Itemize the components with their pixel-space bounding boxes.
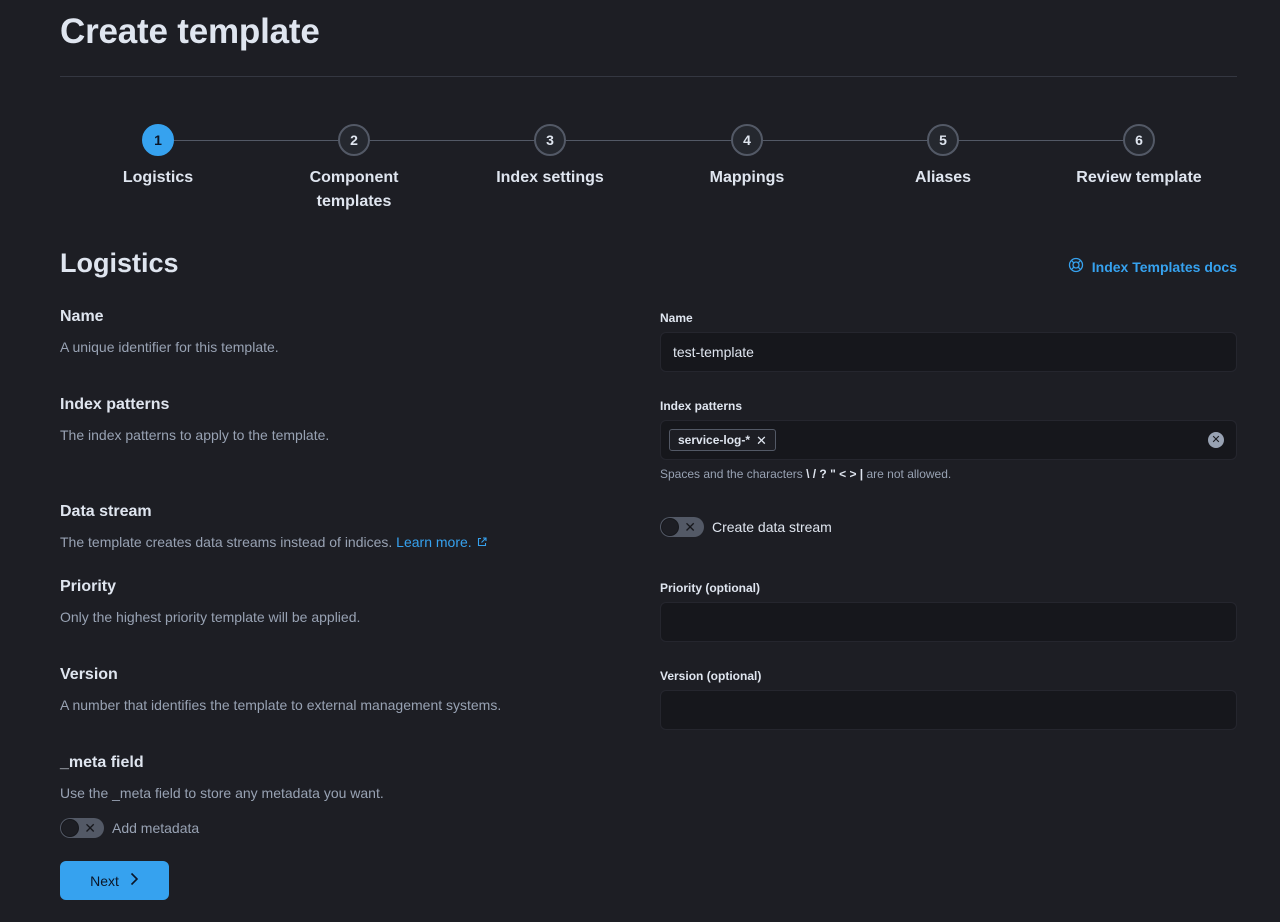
data-stream-description-text: The template creates data streams instea… bbox=[60, 534, 393, 550]
step-review-template[interactable]: 6 Review template bbox=[1041, 124, 1237, 190]
step-label: Index settings bbox=[496, 169, 604, 186]
chevron-right-icon bbox=[129, 872, 139, 889]
step-label: Aliases bbox=[914, 169, 972, 186]
help-forbidden-chars: \ / ? " < > | bbox=[806, 467, 864, 481]
index-patterns-help-text: Spaces and the characters \ / ? " < > | … bbox=[660, 466, 1237, 482]
step-label: Mappings bbox=[709, 169, 785, 186]
meta-description-group: _meta field Use the _meta field to store… bbox=[60, 753, 620, 803]
help-prefix: Spaces and the characters bbox=[660, 467, 807, 481]
data-stream-switch[interactable]: ✕ bbox=[660, 517, 704, 537]
name-description: A unique identifier for this template. bbox=[60, 339, 279, 355]
data-stream-title: Data stream bbox=[60, 503, 152, 520]
step-label: Component templates bbox=[309, 169, 399, 210]
step-aliases[interactable]: 5 Aliases bbox=[845, 124, 1041, 190]
add-metadata-switch[interactable]: ✕ bbox=[60, 818, 104, 838]
index-templates-docs-link[interactable]: Index Templates docs bbox=[1068, 257, 1237, 276]
create-template-page: Create template 1 Logistics 2 Component … bbox=[0, 0, 1280, 922]
next-button-label: Next bbox=[90, 872, 119, 889]
external-link-icon bbox=[476, 533, 488, 553]
docs-link-label: Index Templates docs bbox=[1091, 258, 1237, 275]
index-patterns-combobox[interactable]: service-log-* ✕ ✕ bbox=[660, 420, 1237, 460]
switch-off-icon: ✕ bbox=[684, 519, 696, 535]
version-input[interactable] bbox=[660, 690, 1237, 730]
data-stream-toggle-group: ✕ Create data stream bbox=[660, 517, 1237, 537]
section-title: Logistics bbox=[60, 248, 179, 278]
step-component-templates[interactable]: 2 Component templates bbox=[256, 124, 452, 214]
name-input[interactable] bbox=[660, 332, 1237, 372]
next-button[interactable]: Next bbox=[60, 861, 169, 900]
meta-title: _meta field bbox=[60, 754, 144, 771]
data-stream-toggle-label: Create data stream bbox=[712, 519, 832, 535]
index-patterns-description: The index patterns to apply to the templ… bbox=[60, 427, 330, 443]
step-number: 3 bbox=[534, 124, 566, 156]
step-mappings[interactable]: 4 Mappings bbox=[649, 124, 845, 190]
index-patterns-title: Index patterns bbox=[60, 396, 170, 413]
name-title: Name bbox=[60, 308, 104, 325]
step-label: Logistics bbox=[122, 169, 194, 186]
priority-title: Priority bbox=[60, 578, 117, 595]
step-number: 2 bbox=[338, 124, 370, 156]
step-index-settings[interactable]: 3 Index settings bbox=[452, 124, 648, 190]
stepper: 1 Logistics 2 Component templates 3 Inde… bbox=[60, 124, 1237, 214]
clear-icon[interactable]: ✕ bbox=[1208, 432, 1224, 448]
page-title: Create template bbox=[60, 12, 320, 51]
version-title: Version bbox=[60, 666, 118, 683]
name-field-group: Name bbox=[660, 310, 1237, 372]
step-number: 6 bbox=[1123, 124, 1155, 156]
step-number: 5 bbox=[927, 124, 959, 156]
priority-description: Only the highest priority template will … bbox=[60, 609, 361, 625]
step-number: 1 bbox=[142, 124, 174, 156]
step-number: 4 bbox=[731, 124, 763, 156]
step-logistics[interactable]: 1 Logistics bbox=[60, 124, 256, 190]
data-stream-description: The template creates data streams instea… bbox=[60, 532, 620, 553]
priority-label: Priority (optional) bbox=[660, 581, 760, 595]
meta-toggle-group: ✕ Add metadata bbox=[60, 818, 620, 838]
index-pattern-chip: service-log-* ✕ bbox=[669, 429, 776, 451]
add-metadata-label: Add metadata bbox=[112, 820, 200, 836]
switch-off-icon: ✕ bbox=[84, 820, 96, 836]
index-patterns-description-group: Index patterns The index patterns to app… bbox=[60, 395, 620, 445]
priority-description-group: Priority Only the highest priority templ… bbox=[60, 577, 620, 627]
meta-description: Use the _meta field to store any metadat… bbox=[60, 785, 384, 801]
switch-knob bbox=[61, 819, 79, 837]
learn-more-link[interactable]: Learn more. bbox=[396, 534, 487, 550]
help-suffix: are not allowed. bbox=[863, 467, 952, 481]
priority-field-group: Priority (optional) bbox=[660, 580, 1237, 642]
index-patterns-label: Index patterns bbox=[660, 399, 743, 413]
version-description-group: Version A number that identifies the tem… bbox=[60, 665, 620, 715]
step-label: Review template bbox=[1076, 169, 1202, 186]
priority-input[interactable] bbox=[660, 602, 1237, 642]
chip-label: service-log-* bbox=[678, 433, 751, 447]
learn-more-label: Learn more. bbox=[396, 534, 472, 550]
version-label: Version (optional) bbox=[660, 669, 762, 683]
lifebuoy-icon bbox=[1068, 257, 1084, 276]
index-patterns-field-group: Index patterns service-log-* ✕ ✕ Spaces … bbox=[660, 398, 1237, 482]
data-stream-description-group: Data stream The template creates data st… bbox=[60, 502, 620, 553]
name-description-group: Name A unique identifier for this templa… bbox=[60, 307, 620, 357]
header-divider bbox=[60, 76, 1237, 77]
name-label: Name bbox=[660, 311, 693, 325]
version-description: A number that identifies the template to… bbox=[60, 697, 502, 713]
switch-knob bbox=[661, 518, 679, 536]
chip-remove-icon[interactable]: ✕ bbox=[756, 434, 767, 447]
version-field-group: Version (optional) bbox=[660, 668, 1237, 730]
